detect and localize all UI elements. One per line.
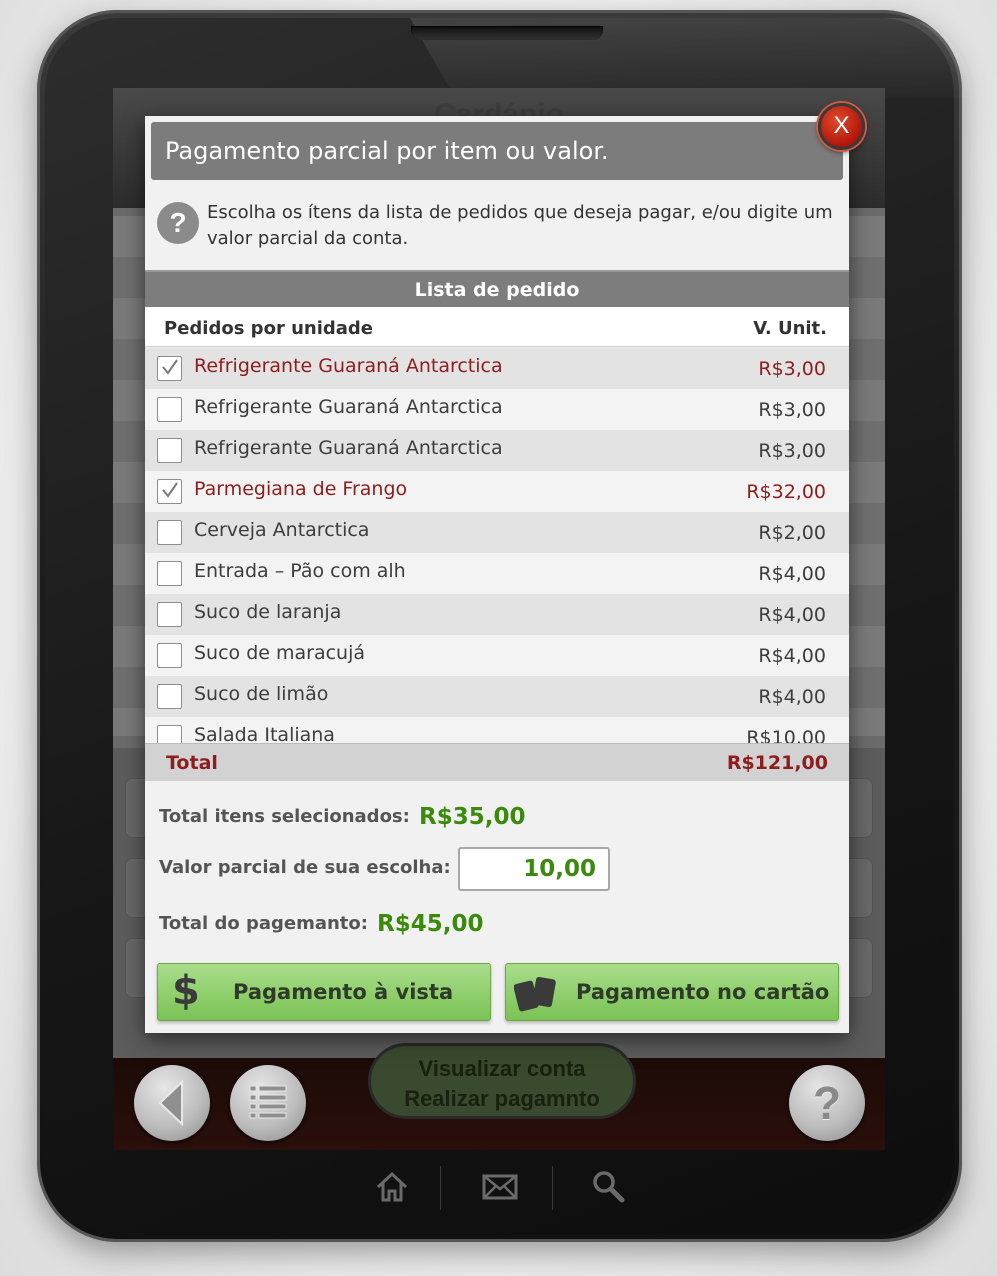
order-total-row: Total R$121,00 (145, 743, 849, 781)
partial-value-input[interactable]: 10,00 (458, 847, 610, 891)
list-icon (249, 1085, 287, 1119)
item-name: Parmegiana de Frango (194, 478, 408, 500)
cards-icon (514, 976, 556, 1012)
payment-total-value: R$45,00 (377, 911, 484, 937)
dialog-title: Pagamento parcial por item ou valor. (151, 122, 843, 180)
order-item-row[interactable]: Entrada – Pão com alh R$4,00 (145, 553, 849, 594)
order-item-row[interactable]: Refrigerante Guaraná Antarctica R$3,00 (145, 348, 849, 389)
item-price: R$4,00 (758, 686, 826, 708)
item-price: R$4,00 (758, 604, 826, 626)
menu-list-button[interactable] (230, 1065, 306, 1141)
item-checkbox[interactable] (157, 520, 182, 545)
item-checkbox[interactable] (157, 602, 182, 627)
order-item-list[interactable]: Refrigerante Guaraná Antarctica R$3,00 Ref… (145, 348, 849, 743)
help-button[interactable]: ? (789, 1065, 865, 1141)
hardware-nav-bar (370, 1162, 630, 1212)
view-bill-button[interactable]: Visualizar conta Realizar pagamnto (368, 1043, 636, 1119)
back-arrow-icon (158, 1079, 183, 1127)
payment-total-label: Total do pagemanto: (159, 913, 368, 934)
item-name: Suco de limão (194, 683, 329, 705)
item-checkbox[interactable] (157, 356, 182, 381)
item-name: Refrigerante Guaraná Antarctica (194, 437, 503, 459)
item-price: R$32,00 (746, 481, 826, 503)
order-item-row[interactable]: Parmegiana de Frango R$32,00 (145, 471, 849, 512)
dialog-instructions: ? Escolha os ítens da lista de pedidos q… (157, 200, 837, 260)
item-name: Salada Italiana (194, 724, 335, 743)
order-item-row[interactable]: Refrigerante Guaraná Antarctica R$3,00 (145, 389, 849, 430)
order-item-row[interactable]: Refrigerante Guaraná Antarctica R$3,00 (145, 430, 849, 471)
item-name: Refrigerante Guaraná Antarctica (194, 355, 503, 377)
item-checkbox[interactable] (157, 397, 182, 422)
order-item-row[interactable]: Suco de maracujá R$4,00 (145, 635, 849, 676)
item-price: R$2,00 (758, 522, 826, 544)
cash-payment-button[interactable]: $ Pagamento à vista (157, 963, 491, 1021)
item-price: R$3,00 (758, 399, 826, 421)
item-checkbox[interactable] (157, 725, 182, 743)
order-list-columns: Pedidos por unidade V. Unit. (145, 307, 849, 347)
card-payment-button[interactable]: Pagamento no cartão (505, 963, 839, 1021)
speaker-grille (411, 26, 603, 40)
selected-total-label: Total itens selecionados: (159, 806, 410, 827)
view-bill-label-2: Realizar pagamnto (404, 1086, 600, 1111)
mail-icon[interactable] (482, 1174, 518, 1200)
help-glyph: ? (812, 1077, 842, 1129)
view-bill-label-1: Visualizar conta (418, 1056, 586, 1081)
column-unit-price: V. Unit. (753, 318, 827, 339)
order-item-row[interactable]: Suco de limão R$4,00 (145, 676, 849, 717)
question-icon: ? (157, 202, 199, 244)
partial-value-label: Valor parcial de sua escolha: (159, 857, 451, 878)
order-list-title: Lista de pedido (145, 270, 849, 307)
item-name: Suco de maracujá (194, 642, 366, 664)
item-name: Cerveja Antarctica (194, 519, 370, 541)
item-price: R$10,00 (746, 727, 826, 743)
item-checkbox[interactable] (157, 438, 182, 463)
total-value: R$121,00 (726, 752, 828, 774)
cash-payment-label: Pagamento à vista (233, 980, 454, 1004)
nav-separator (552, 1166, 553, 1210)
partial-payment-dialog: Pagamento parcial por item ou valor. ? E… (145, 116, 849, 1033)
item-price: R$4,00 (758, 563, 826, 585)
checkmark-icon (161, 359, 178, 375)
item-checkbox[interactable] (157, 561, 182, 586)
total-label: Total (166, 752, 218, 774)
card-payment-label: Pagamento no cartão (576, 980, 830, 1004)
order-item-row[interactable]: Suco de laranja R$4,00 (145, 594, 849, 635)
instruction-text: Escolha os ítens da lista de pedidos que… (207, 202, 833, 249)
item-checkbox[interactable] (157, 479, 182, 504)
checkmark-icon (161, 482, 178, 498)
nav-separator (440, 1166, 441, 1210)
order-item-row[interactable]: Salada Italiana R$10,00 (145, 717, 849, 743)
column-item: Pedidos por unidade (164, 318, 374, 339)
order-item-row[interactable]: Cerveja Antarctica R$2,00 (145, 512, 849, 553)
selected-total-value: R$35,00 (419, 804, 526, 830)
item-checkbox[interactable] (157, 643, 182, 668)
item-name: Entrada – Pão com alh (194, 560, 406, 582)
home-icon[interactable] (374, 1170, 410, 1204)
item-checkbox[interactable] (157, 684, 182, 709)
dollar-icon: $ (172, 968, 200, 1014)
item-price: R$4,00 (758, 645, 826, 667)
item-name: Suco de laranja (194, 601, 342, 623)
item-name: Refrigerante Guaraná Antarctica (194, 396, 503, 418)
item-price: R$3,00 (758, 358, 826, 380)
close-dialog-button[interactable]: X (818, 103, 865, 150)
search-icon[interactable] (590, 1168, 626, 1204)
item-price: R$3,00 (758, 440, 826, 462)
back-button[interactable] (134, 1065, 210, 1141)
